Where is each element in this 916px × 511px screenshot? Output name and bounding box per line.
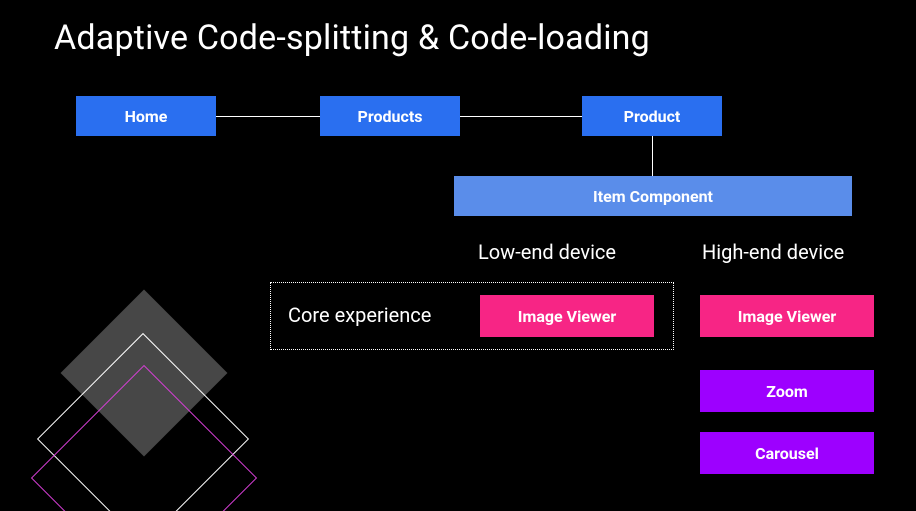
- layers-icon: [22, 300, 242, 511]
- module-carousel: Carousel: [700, 432, 874, 474]
- node-item-component: Item Component: [454, 176, 852, 216]
- label-core-experience: Core experience: [288, 303, 431, 327]
- page-title: Adaptive Code-splitting & Code-loading: [54, 18, 650, 58]
- connector-products-product: [460, 116, 582, 117]
- module-image-viewer-high: Image Viewer: [700, 295, 874, 337]
- connector-home-products: [216, 116, 320, 117]
- node-home: Home: [76, 96, 216, 136]
- connector-product-down: [652, 136, 653, 176]
- module-zoom: Zoom: [700, 370, 874, 412]
- diagram-stage: Adaptive Code-splitting & Code-loading H…: [0, 0, 916, 511]
- heading-high-end: High-end device: [702, 240, 844, 264]
- heading-low-end: Low-end device: [478, 240, 616, 264]
- node-product: Product: [582, 96, 722, 136]
- module-image-viewer-low: Image Viewer: [480, 295, 654, 337]
- node-products: Products: [320, 96, 460, 136]
